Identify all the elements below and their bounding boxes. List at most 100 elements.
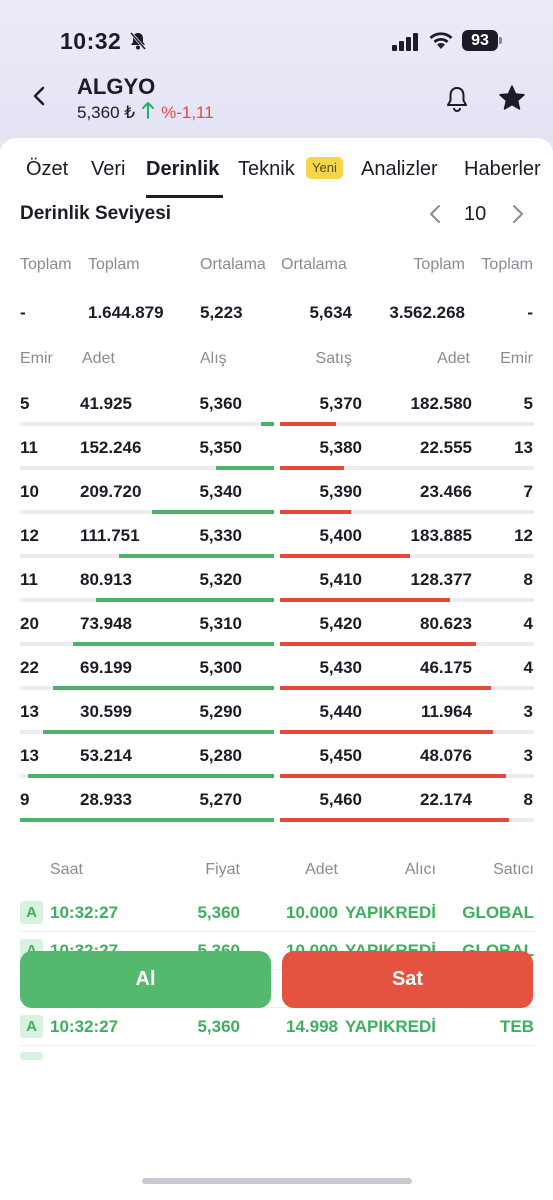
bid-quantity: 111.751 — [80, 526, 140, 545]
ask-quantity: 22.555 — [420, 438, 472, 457]
tab-analizler[interactable]: Analizler — [361, 158, 438, 181]
summary-value: - — [527, 303, 533, 322]
bid-quantity: 80.913 — [80, 570, 132, 589]
trade-price: 5,360 — [197, 903, 240, 922]
ask-quantity: 11.964 — [420, 702, 472, 721]
new-badge: Yeni — [306, 157, 343, 179]
trade-buyer: YAPIKREDİ — [344, 1017, 436, 1036]
battery-indicator: 93 — [462, 30, 498, 51]
ask-volume-bar — [280, 686, 491, 690]
tab-veri[interactable]: Veri — [91, 158, 125, 181]
trade-side-badge: A — [20, 1015, 43, 1038]
ask-price: 5,430 — [319, 658, 362, 677]
ask-volume-bar — [280, 598, 450, 602]
tab-teknik[interactable]: Teknik — [238, 158, 295, 181]
column-header: Satış — [315, 350, 352, 367]
ask-volume-bar — [280, 818, 509, 822]
column-header: Alış — [200, 350, 227, 367]
ask-quantity: 22.174 — [420, 790, 472, 809]
ask-orders: 12 — [514, 526, 533, 545]
status-time: 10:32 — [60, 28, 122, 54]
depth-level-value: 10 — [464, 203, 487, 225]
bid-volume-bar — [216, 466, 274, 470]
bid-orders: 20 — [20, 614, 39, 633]
bid-quantity: 209.720 — [80, 482, 142, 501]
trade-quantity: 10.000 — [286, 903, 338, 922]
bid-orders: 13 — [20, 746, 39, 765]
trade-quantity: 14.998 — [286, 1017, 338, 1036]
tab-bar: Özet Veri Derinlik Teknik Analizler Habe… — [0, 158, 553, 198]
bid-price: 5,290 — [199, 702, 242, 721]
column-header: Emir — [500, 350, 533, 367]
bid-price: 5,270 — [199, 790, 242, 809]
ask-volume-bar — [280, 466, 344, 470]
ask-price: 5,420 — [319, 614, 362, 633]
trade-side-badge: A — [20, 901, 43, 924]
trades-header: Adet — [305, 861, 338, 878]
status-bar: 10:32 93 — [0, 24, 553, 58]
ask-price: 5,410 — [319, 570, 362, 589]
trade-row-separator — [20, 931, 534, 932]
star-icon[interactable] — [498, 84, 526, 117]
bid-orders: 22 — [20, 658, 39, 677]
bid-volume-bar — [119, 554, 274, 558]
stock-change: %-1,11 — [161, 102, 214, 122]
price-line: 5,360 ₺ %-1,11 — [77, 101, 214, 124]
ask-orders: 4 — [523, 658, 533, 677]
summary-header: Ortalama — [200, 256, 266, 273]
ask-price: 5,390 — [319, 482, 362, 501]
trade-time: 10:32:27 — [50, 1017, 119, 1036]
ask-orders: 8 — [523, 790, 533, 809]
back-chevron-icon[interactable] — [28, 84, 52, 113]
ask-quantity: 182.580 — [410, 394, 472, 413]
home-indicator[interactable] — [142, 1178, 412, 1184]
bid-quantity: 53.214 — [80, 746, 132, 765]
ask-orders: 3 — [523, 702, 533, 721]
bid-volume-bar — [96, 598, 274, 602]
summary-header: Toplam — [20, 256, 72, 273]
ask-quantity: 128.377 — [410, 570, 472, 589]
trade-price: 5,360 — [197, 1017, 240, 1036]
bid-orders: 9 — [20, 790, 30, 809]
bid-volume-bar — [73, 642, 274, 646]
wifi-icon — [428, 30, 454, 55]
tab-ozet[interactable]: Özet — [26, 158, 68, 181]
cellular-signal-icon — [392, 33, 420, 56]
trade-buyer: YAPIKREDİ — [344, 903, 436, 922]
tab-derinlik[interactable]: Derinlik — [146, 158, 219, 181]
ask-volume-bar — [280, 774, 506, 778]
trade-time: 10:32:27 — [50, 903, 119, 922]
sell-button[interactable]: Sat — [282, 951, 533, 1008]
stock-header: 10:32 93 ALGYO 5,360 ₺ %-1,11 — [0, 0, 553, 140]
ask-volume-bar — [280, 554, 410, 558]
ask-price: 5,400 — [319, 526, 362, 545]
bid-orders: 5 — [20, 394, 30, 413]
bell-icon[interactable] — [444, 85, 470, 118]
bid-price: 5,360 — [199, 394, 242, 413]
bid-volume-bar — [53, 686, 274, 690]
trades-header: Alıcı — [404, 861, 436, 878]
battery-cap — [499, 37, 502, 44]
summary-header: Toplam — [88, 256, 140, 273]
bid-volume-bar — [43, 730, 274, 734]
bid-orders: 10 — [20, 482, 39, 501]
bid-price: 5,350 — [199, 438, 242, 457]
buy-button[interactable]: Al — [20, 951, 271, 1008]
trades-header: Satıcı — [493, 861, 534, 878]
bid-volume-bar — [28, 774, 274, 778]
ask-price: 5,380 — [319, 438, 362, 457]
bell-off-icon — [128, 31, 148, 56]
chevron-left-icon[interactable] — [427, 204, 443, 229]
summary-header: Toplam — [413, 256, 465, 273]
summary-header: Ortalama — [281, 256, 347, 273]
ask-orders: 7 — [523, 482, 533, 501]
summary-value: 5,634 — [309, 303, 352, 322]
summary-value: 1.644.879 — [88, 303, 164, 322]
summary-value: 3.562.268 — [389, 303, 465, 322]
bid-volume-bar — [20, 818, 274, 822]
tab-haberler[interactable]: Haberler — [464, 158, 541, 181]
stock-symbol: ALGYO — [77, 74, 156, 99]
bid-price: 5,330 — [199, 526, 242, 545]
bid-bar-track — [20, 422, 274, 426]
chevron-right-icon[interactable] — [510, 204, 526, 229]
